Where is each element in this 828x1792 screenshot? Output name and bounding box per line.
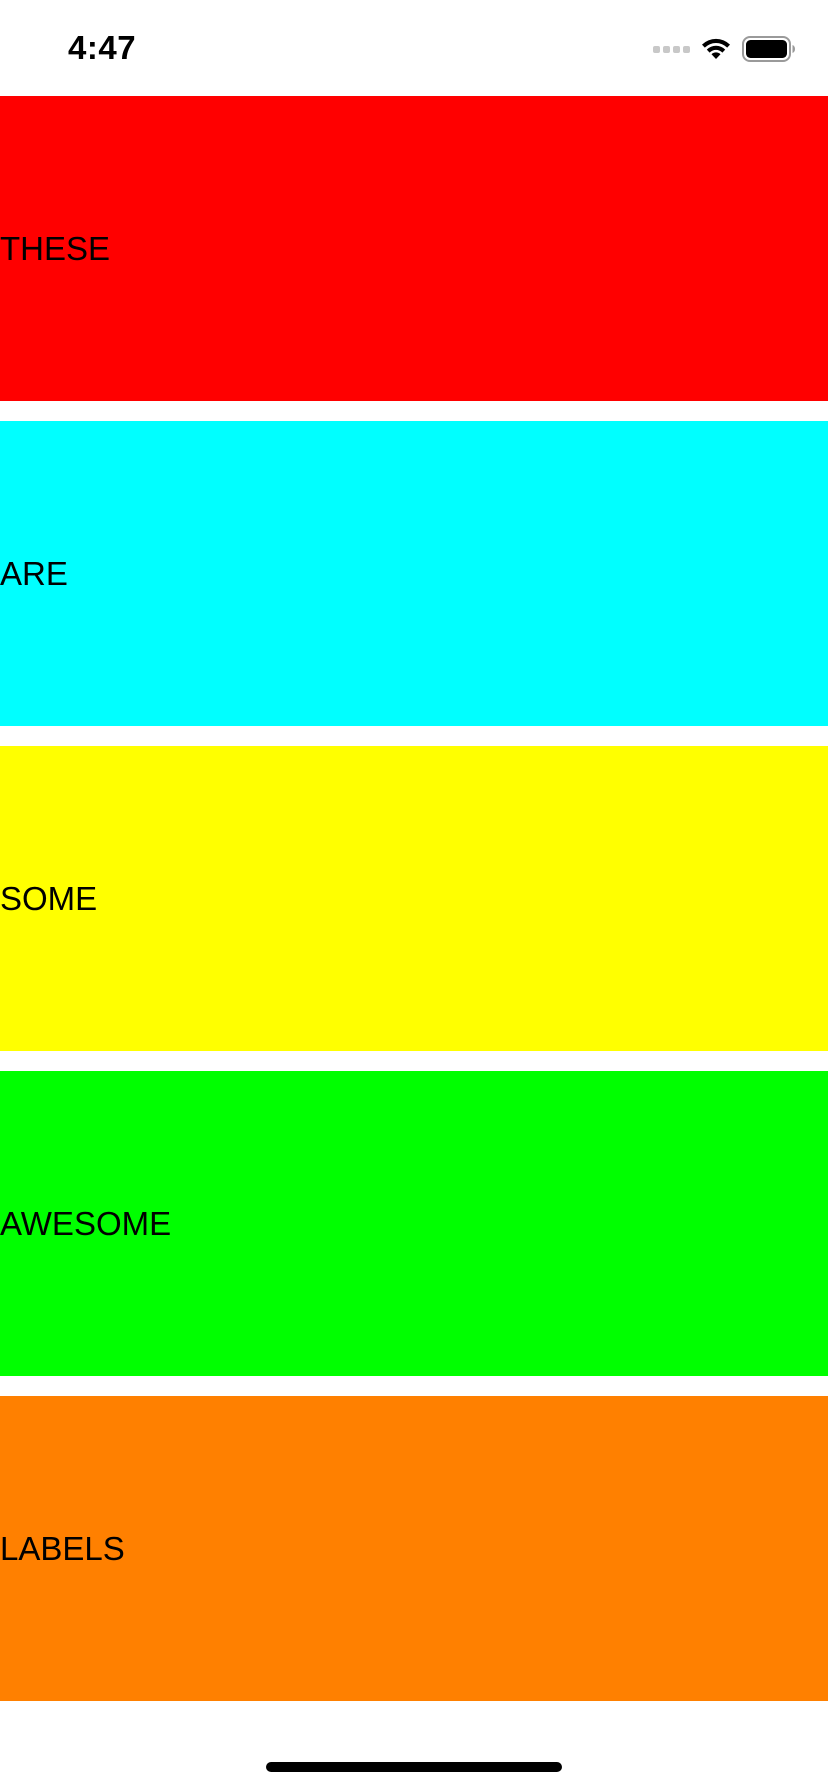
home-indicator[interactable] <box>266 1762 562 1772</box>
status-icons <box>653 34 796 64</box>
label-text: ARE <box>0 554 68 592</box>
label-row-some: SOME <box>0 746 828 1051</box>
label-row-these: THESE <box>0 96 828 401</box>
status-bar: 4:47 <box>0 0 828 96</box>
label-text: THESE <box>0 229 111 267</box>
cellular-signal-icon <box>653 45 690 53</box>
label-row-awesome: AWESOME <box>0 1071 828 1376</box>
label-text: AWESOME <box>0 1204 172 1242</box>
label-text: SOME <box>0 879 98 917</box>
label-list: THESE ARE SOME AWESOME LABELS <box>0 96 828 1721</box>
label-row-are: ARE <box>0 421 828 726</box>
wifi-icon <box>700 37 732 61</box>
battery-icon <box>742 36 796 62</box>
label-row-labels: LABELS <box>0 1396 828 1701</box>
status-time: 4:47 <box>68 29 137 66</box>
label-text: LABELS <box>0 1529 125 1567</box>
